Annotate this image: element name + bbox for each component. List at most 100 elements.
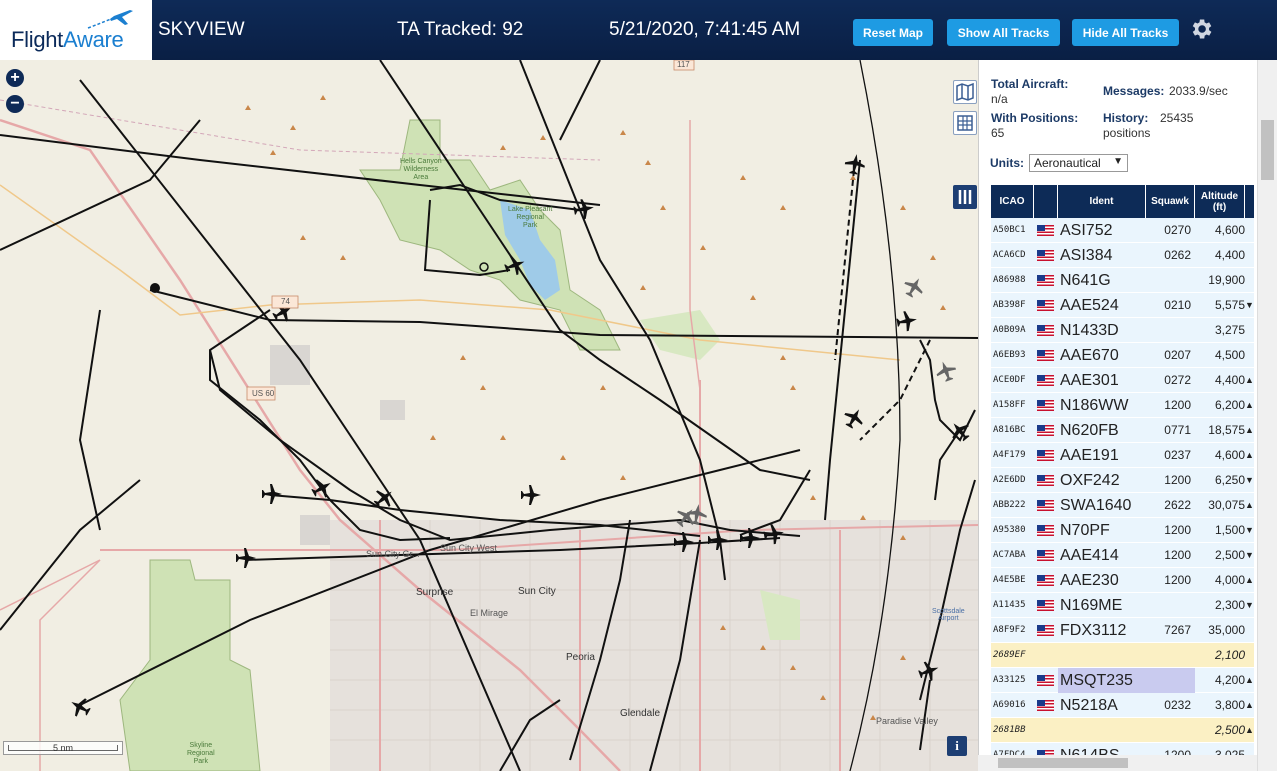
ident-cell: N1433D: [1060, 322, 1119, 339]
table-row[interactable]: 2689EF 2,100: [991, 643, 1254, 668]
hscrollbar-thumb[interactable]: [998, 758, 1128, 768]
col-flag[interactable]: [1034, 185, 1058, 218]
table-row[interactable]: AB398F AAE524 0210 5,575 ▼: [991, 293, 1254, 318]
icao-cell: A95380: [993, 525, 1026, 535]
flag-cell: [1034, 543, 1058, 568]
icao-cell: ABB222: [993, 500, 1026, 510]
altitude-trend-icon: ▲: [1245, 375, 1254, 385]
icao-cell: A816BC: [993, 425, 1026, 435]
table-row[interactable]: A33125 MSQT235 4,200 ▲: [991, 668, 1254, 693]
table-row[interactable]: A4F179 AAE191 0237 4,600 ▲: [991, 443, 1254, 468]
us-flag-icon: [1037, 275, 1054, 286]
altitude-cell: 6,200: [1214, 398, 1245, 412]
columns-toggle-button[interactable]: [953, 185, 977, 209]
icao-cell: A4F179: [993, 450, 1026, 460]
table-row[interactable]: A158FF N186WW 1200 6,200 ▲: [991, 393, 1254, 418]
sidebar-scrollbar[interactable]: [1257, 60, 1277, 771]
flag-cell: [1034, 668, 1058, 693]
icao-cell: A50BC1: [993, 225, 1026, 235]
col-altitude[interactable]: Altitude (ft): [1195, 185, 1245, 218]
flag-cell: [1034, 318, 1058, 343]
table-row[interactable]: A11435 N169ME 2,300 ▼: [991, 593, 1254, 618]
table-row[interactable]: A2E6DD OXF242 1200 6,250 ▼: [991, 468, 1254, 493]
squawk-cell: [1146, 718, 1195, 743]
altitude-cell: 4,600: [1214, 448, 1245, 462]
messages-value: 2033.9/sec: [1169, 84, 1228, 98]
squawk-cell: 0210: [1164, 298, 1191, 312]
scrollbar-thumb[interactable]: [1261, 120, 1274, 180]
altitude-cell: 4,500: [1214, 348, 1245, 362]
gear-icon[interactable]: [1188, 16, 1214, 42]
squawk-cell: 0262: [1164, 248, 1191, 262]
table-row[interactable]: AC7ABA AAE414 1200 2,500 ▼: [991, 543, 1254, 568]
us-flag-icon: [1037, 550, 1054, 561]
total-aircraft-value: n/a: [991, 92, 1008, 106]
table-row[interactable]: A69016 N5218A 0232 3,800 ▲: [991, 693, 1254, 718]
ident-cell: N169ME: [1060, 597, 1123, 614]
flag-cell: [1034, 268, 1058, 293]
table-row[interactable]: 2681BB 2,500 ▲: [991, 718, 1254, 743]
info-button[interactable]: i: [947, 736, 967, 756]
squawk-cell: 0272: [1164, 373, 1191, 387]
col-ident[interactable]: Ident: [1058, 185, 1146, 218]
icao-cell: A2E6DD: [993, 475, 1026, 485]
hide-all-tracks-button[interactable]: Hide All Tracks: [1072, 19, 1179, 46]
table-row[interactable]: A95380 N70PF 1200 1,500 ▼: [991, 518, 1254, 543]
with-positions-label: With Positions:: [991, 111, 1079, 125]
map-scale-bar: 5 nm: [3, 741, 123, 755]
col-squawk[interactable]: Squawk: [1146, 185, 1195, 218]
table-row[interactable]: A0B09A N1433D 3,275: [991, 318, 1254, 343]
altitude-cell: 4,400: [1214, 248, 1245, 262]
table-row[interactable]: A50BC1 ASI752 0270 4,600: [991, 218, 1254, 243]
show-all-tracks-button[interactable]: Show All Tracks: [947, 19, 1060, 46]
table-hscrollbar[interactable]: [978, 755, 1257, 771]
table-row[interactable]: A6EB93 AAE670 0207 4,500: [991, 343, 1254, 368]
ident-cell: OXF242: [1060, 472, 1120, 489]
icao-cell: 2689EF: [993, 650, 1026, 660]
map-view[interactable]: Hells Canyon Wilderness Area Lake Pleasa…: [0, 60, 978, 771]
aircraft-table: ICAO Ident Squawk Altitude (ft) A50BC1 AS…: [991, 185, 1254, 768]
table-row[interactable]: A4E5BE AAE230 1200 4,000 ▲: [991, 568, 1254, 593]
squawk-cell: [1146, 593, 1195, 618]
units-select[interactable]: Aeronautical ▼: [1029, 154, 1128, 172]
map-grid-button[interactable]: [953, 111, 977, 135]
us-flag-icon: [1037, 225, 1054, 236]
flag-cell: [1034, 418, 1058, 443]
altitude-trend-icon: ▲: [1245, 450, 1254, 460]
squawk-cell: 0270: [1164, 223, 1191, 237]
table-row[interactable]: A816BC N620FB 0771 18,575 ▲: [991, 418, 1254, 443]
table-row[interactable]: A86988 N641G 19,900: [991, 268, 1254, 293]
table-row[interactable]: ACA6CD ASI384 0262 4,400: [991, 243, 1254, 268]
reset-map-button[interactable]: Reset Map: [853, 19, 933, 46]
icao-cell: A158FF: [993, 400, 1026, 410]
route117-shield: 117: [677, 60, 690, 69]
route74-shield: 74: [281, 297, 290, 306]
table-row[interactable]: ACE0DF AAE301 0272 4,400 ▲: [991, 368, 1254, 393]
flightaware-logo[interactable]: FlightAware: [0, 0, 152, 60]
table-row[interactable]: ABB222 SWA1640 2622 30,075 ▲: [991, 493, 1254, 518]
zoom-in-button[interactable]: +: [6, 69, 24, 87]
us-flag-icon: [1037, 575, 1054, 586]
squawk-cell: [1146, 643, 1195, 668]
map-layers-button[interactable]: [953, 80, 977, 104]
sun-city-gr-label: Sun City Gr...: [366, 549, 420, 559]
lake-pleasant-label: Lake Pleasant Regional Park: [508, 206, 553, 229]
altitude-trend-icon: ▲: [1245, 675, 1254, 685]
altitude-trend-icon: [1245, 318, 1254, 343]
us-flag-icon: [1037, 300, 1054, 311]
squawk-cell: 1200: [1164, 523, 1191, 537]
us-flag-icon: [1037, 425, 1054, 436]
ident-cell: N186WW: [1060, 397, 1129, 414]
ident-cell: AAE230: [1060, 572, 1119, 589]
us60-shield: US 60: [252, 389, 275, 398]
ident-cell: MSQT235: [1058, 668, 1146, 693]
altitude-trend-icon: [1245, 343, 1254, 368]
flag-cell: [1034, 343, 1058, 368]
history-value: 25435 positions: [1103, 111, 1194, 140]
map-canvas[interactable]: [0, 60, 978, 771]
zoom-out-button[interactable]: −: [6, 95, 24, 113]
icao-cell: ACE0DF: [993, 375, 1026, 385]
table-row[interactable]: A8F9F2 FDX3112 7267 35,000: [991, 618, 1254, 643]
altitude-trend-icon: ▼: [1245, 475, 1254, 485]
col-icao[interactable]: ICAO: [991, 185, 1034, 218]
